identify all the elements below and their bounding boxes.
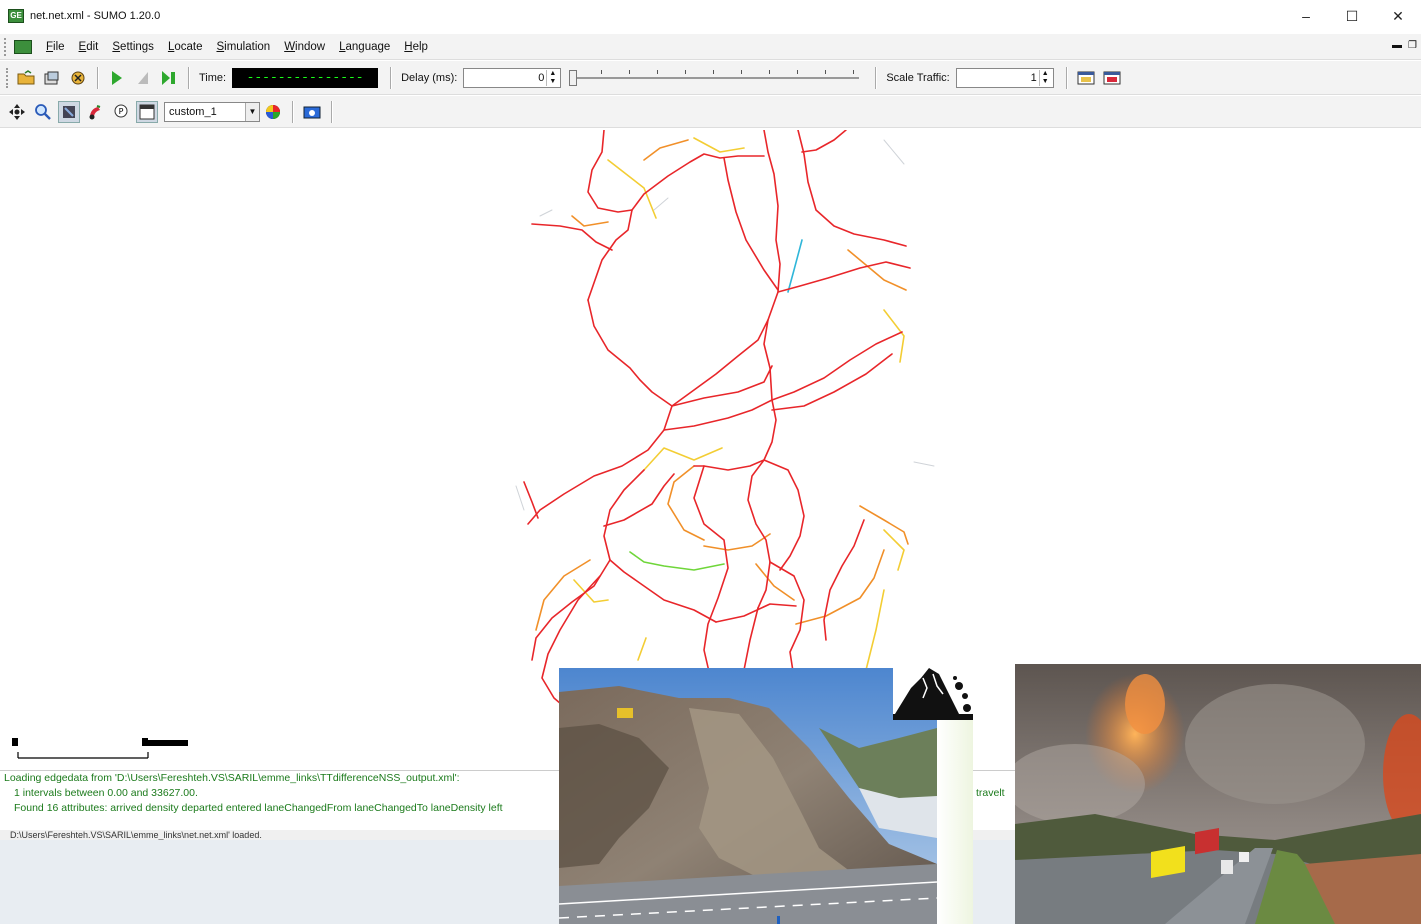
road-network-green [629,551,725,571]
rockfall-icon [893,664,973,720]
new-3d-view-icon[interactable] [1101,67,1123,89]
chevron-down-icon[interactable]: ▼ [245,102,259,121]
slider-tick [629,69,631,74]
mdi-app-icon[interactable] [14,39,32,54]
menu-settings[interactable]: Settings [112,41,154,53]
slider-thumb[interactable] [569,69,578,86]
slider-tick [825,69,827,74]
road-network-yellow [573,137,905,751]
time-display: --------------- [232,67,379,88]
delay-value: 0 [538,71,545,84]
mdi-restore-icon[interactable]: ❐ [1408,40,1417,51]
toolbar-separator [331,100,332,123]
locate-poi-icon[interactable]: P [110,101,132,123]
message-line-tail: travelt [976,787,1005,799]
toolbar-separator [875,66,877,89]
menu-file[interactable]: File [46,41,65,53]
mdi-controls: ▬ ❐ [1392,40,1417,51]
time-label: Time: [199,71,227,84]
slider-tick [713,69,715,74]
minimize-button[interactable]: – [1283,0,1329,32]
open-folder-icon[interactable] [15,67,37,89]
toolbar-grip[interactable] [6,67,9,88]
slider-tick [601,69,603,74]
slider-tick [657,69,659,74]
spinner-arrows-icon[interactable]: ▲ ▼ [1038,69,1051,86]
title-bar: GE net.net.xml - SUMO 1.20.0 – ☐ ✕ [0,0,1421,32]
stop-icon[interactable] [132,67,154,89]
menu-simulation[interactable]: Simulation [216,41,270,53]
recenter-view-icon[interactable] [6,101,28,123]
window-title: net.net.xml - SUMO 1.20.0 [30,10,161,22]
mdi-minimize-icon[interactable]: ▬ [1392,40,1402,51]
toolbar-separator [390,66,392,89]
window-controls: – ☐ ✕ [1283,0,1421,32]
svg-text:P: P [119,107,124,116]
scale-bar [10,736,190,762]
delay-slider[interactable] [567,68,863,88]
toolbar-separator [97,66,98,89]
color-wheel-icon[interactable] [262,101,284,123]
wildfire-highway-photo [1015,664,1421,924]
menu-locate[interactable]: Locate [168,41,203,53]
menu-language[interactable]: Language [339,41,390,53]
simulation-toolbar: Time: --------------- Delay (ms): 0 ▲ ▼ S… [0,61,1421,95]
delay-label: Delay (ms): [401,71,458,84]
slider-tick [853,69,855,74]
step-icon[interactable] [158,67,180,89]
screenshot-icon[interactable] [301,101,323,123]
slider-tick [741,69,743,74]
landslide-photo [559,668,937,924]
slider-tick [797,69,799,74]
toggle-editor-icon[interactable] [136,100,158,123]
menu-bar: File Edit Settings Locate Simulation Win… [0,34,1421,60]
slider-tick [685,69,687,74]
scale-traffic-value: 1 [1030,71,1037,84]
spinner-arrows-icon[interactable]: ▲ ▼ [546,69,558,86]
close-button[interactable]: ✕ [1375,0,1421,32]
locate-junction-icon[interactable] [58,100,80,123]
toolbar-separator [1065,66,1067,89]
slider-tick [769,69,771,74]
delay-spinner[interactable]: 0 ▲ ▼ [463,67,562,88]
sumo-logo-icon: GE [8,9,24,23]
road-network-orange [535,139,909,631]
road-network-gray [515,139,935,511]
road-network-cyan [787,239,803,293]
menu-window[interactable]: Window [284,41,325,53]
toolbar-separator [292,100,293,123]
decorative-strip [937,720,973,924]
color-scheme-dropdown[interactable]: custom_1 ▼ [164,101,260,122]
run-icon[interactable] [106,67,128,89]
menu-help[interactable]: Help [404,41,428,53]
close-simulation-icon[interactable] [67,67,89,89]
color-scheme-value: custom_1 [169,105,217,118]
new-view-icon[interactable] [1075,67,1097,89]
maximize-button[interactable]: ☐ [1329,0,1375,32]
slider-track [571,76,860,79]
scale-traffic-spinner[interactable]: 1 ▲ ▼ [955,67,1054,88]
reload-icon[interactable] [41,67,63,89]
zoom-search-icon[interactable] [32,101,54,123]
view-toolbar: P custom_1 ▼ [0,96,1421,128]
menu-edit[interactable]: Edit [79,41,99,53]
scale-traffic-label: Scale Traffic: [886,71,950,84]
toolbar-separator [188,66,189,89]
menubar-grip[interactable] [4,37,8,56]
locate-vehicle-icon[interactable] [84,101,106,123]
